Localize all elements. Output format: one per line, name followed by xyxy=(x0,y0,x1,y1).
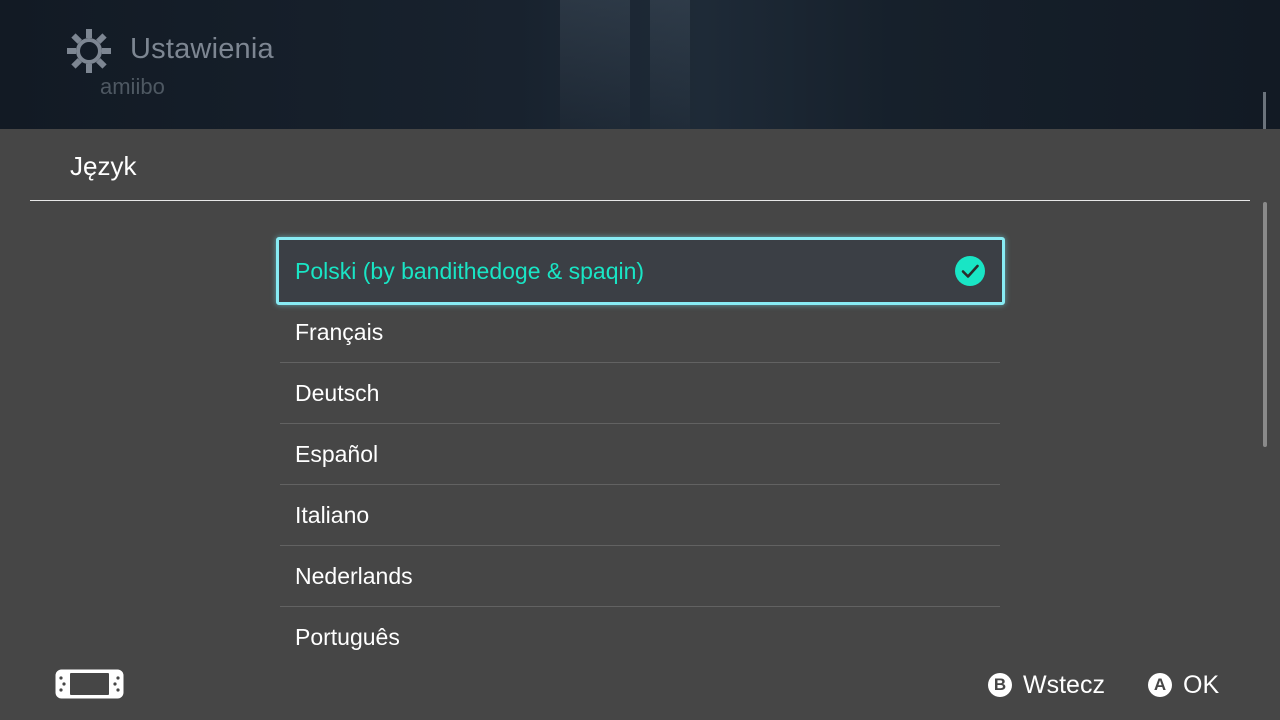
background-scrollbar xyxy=(1263,92,1266,129)
ok-label: OK xyxy=(1183,670,1220,699)
language-label: Français xyxy=(295,318,384,345)
title-divider xyxy=(30,200,1250,201)
checkmark-icon xyxy=(955,256,985,286)
gear-icon xyxy=(67,29,111,73)
language-label: Português xyxy=(295,623,400,650)
list-item[interactable]: Nederlands xyxy=(280,546,1000,607)
b-button-icon: B xyxy=(988,673,1012,697)
background-decoration xyxy=(560,0,630,129)
handheld-console-icon xyxy=(55,669,124,699)
list-item[interactable]: Français xyxy=(280,302,1000,363)
dialog-title: Język xyxy=(70,151,137,181)
scrollbar[interactable] xyxy=(1263,202,1267,447)
list-item[interactable]: Português xyxy=(280,607,1000,651)
settings-title: Ustawienia xyxy=(130,33,274,65)
language-label: Nederlands xyxy=(295,562,413,589)
list-item[interactable]: Deutsch xyxy=(280,363,1000,424)
language-label: Español xyxy=(295,440,379,467)
list-item[interactable]: Español xyxy=(280,424,1000,485)
back-label: Wstecz xyxy=(1023,670,1105,699)
back-button[interactable]: B Wstecz xyxy=(988,671,1105,699)
language-label: Italiano xyxy=(295,501,370,528)
settings-partial-item: amiibo xyxy=(100,74,165,99)
list-item[interactable]: Polski (by bandithedoge & spaqin) xyxy=(280,241,1000,302)
list-item[interactable]: Italiano xyxy=(280,485,1000,546)
ok-button[interactable]: A OK xyxy=(1148,671,1219,699)
language-label: Polski (by bandithedoge & spaqin) xyxy=(295,258,645,284)
language-label: Deutsch xyxy=(295,379,380,406)
a-button-icon: A xyxy=(1148,673,1172,697)
background-header: Ustawienia amiibo xyxy=(0,0,1280,129)
language-list: Polski (by bandithedoge & spaqin) França… xyxy=(280,241,1000,651)
background-decoration xyxy=(650,0,690,129)
